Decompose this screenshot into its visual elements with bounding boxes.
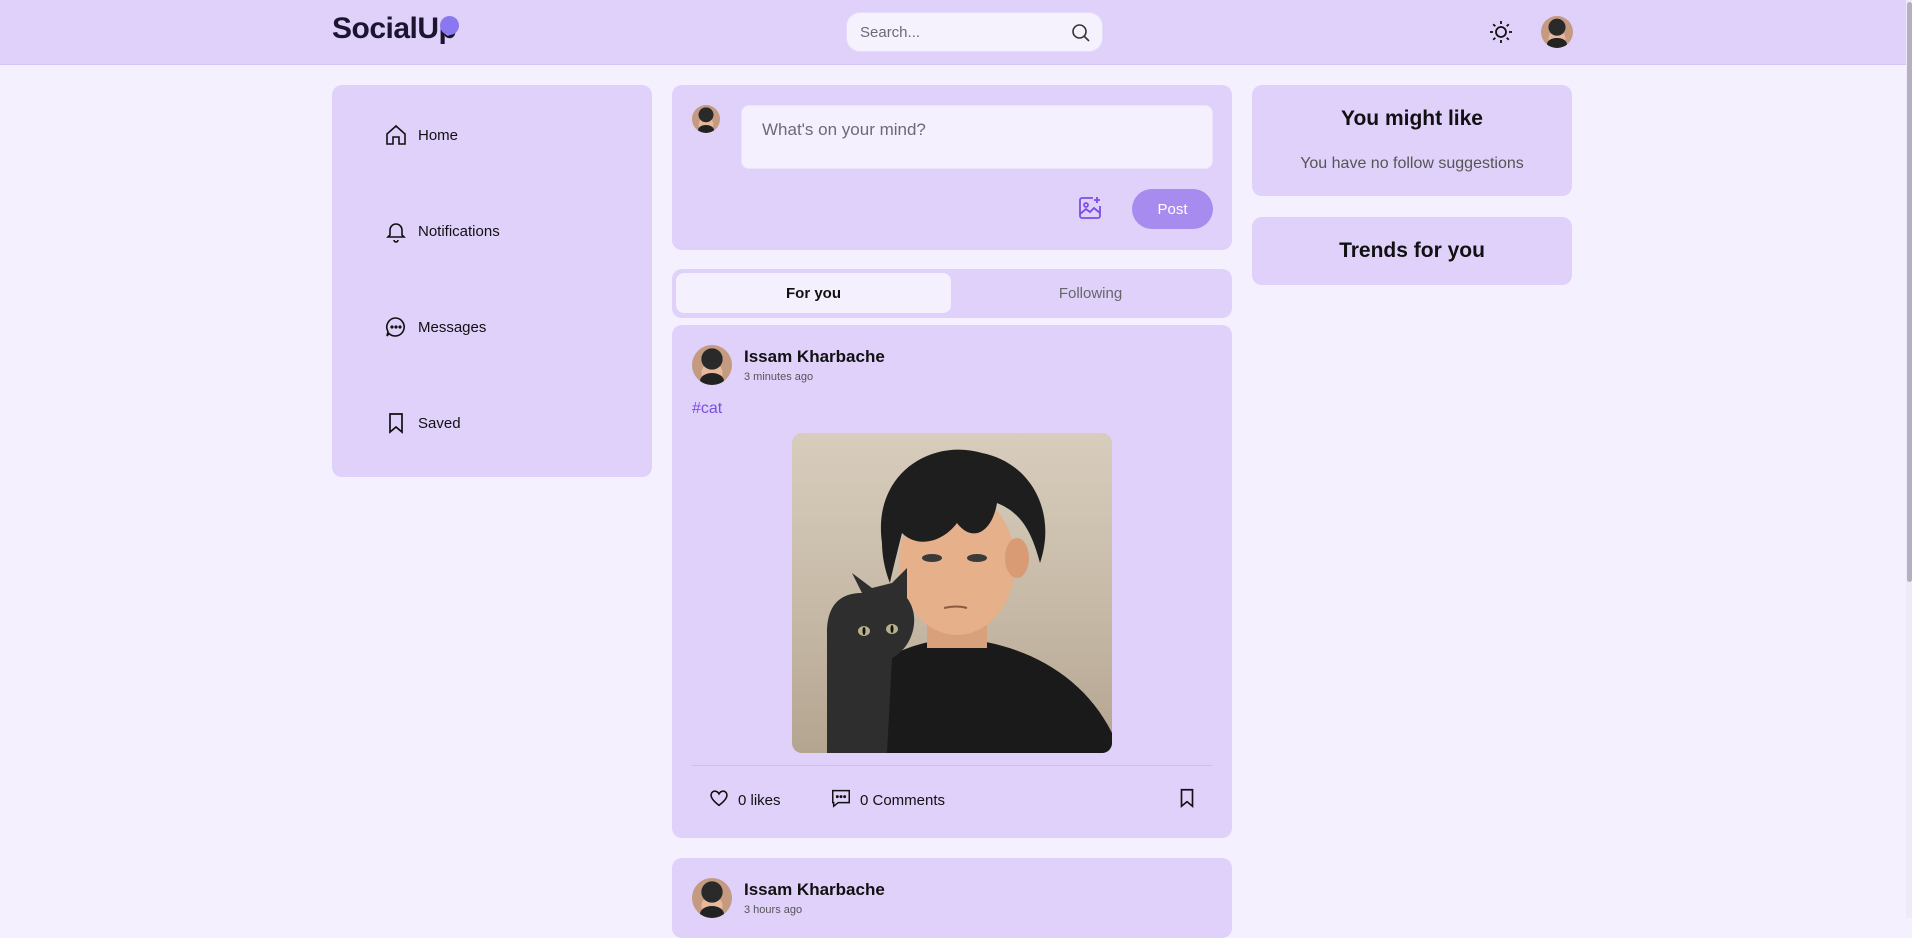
trends-title: Trends for you (1339, 239, 1485, 262)
add-image-icon[interactable] (1077, 195, 1103, 226)
follow-suggestions: You might like You have no follow sugges… (1252, 85, 1572, 196)
tab-for-you[interactable]: For you (676, 273, 951, 313)
suggestions-empty-text: You have no follow suggestions (1300, 155, 1524, 172)
post-image[interactable] (792, 433, 1112, 753)
feed-tabs: For you Following (672, 269, 1232, 318)
user-avatar[interactable] (1541, 16, 1573, 48)
sidebar: Home Notifications Messages Saved (332, 85, 652, 477)
post-time: 3 minutes ago (744, 371, 814, 383)
composer-avatar (692, 105, 720, 133)
bookmark-icon (384, 411, 408, 435)
search-icon[interactable] (1071, 23, 1091, 48)
sidebar-item-messages[interactable]: Messages (384, 315, 486, 339)
comments-count: 0 Comments (860, 791, 946, 809)
comment-icon (830, 787, 852, 813)
comments-button[interactable]: 0 Comments (830, 787, 945, 813)
post-author[interactable]: Issam Kharbache (744, 347, 885, 367)
sidebar-item-label: Messages (418, 318, 487, 336)
composer-input[interactable]: What's on your mind? (741, 105, 1213, 169)
save-post-button[interactable] (1176, 787, 1198, 813)
post-button[interactable]: Post (1132, 189, 1213, 229)
composer-placeholder: What's on your mind? (762, 120, 926, 139)
top-bar: SocialUp Search... (0, 0, 1912, 65)
sidebar-item-label: Saved (418, 414, 461, 432)
search-input[interactable]: Search... (846, 12, 1103, 52)
theme-toggle-icon[interactable] (1488, 19, 1514, 50)
like-button[interactable]: 0 likes (708, 787, 781, 813)
sidebar-item-label: Home (418, 126, 459, 144)
logo[interactable]: SocialUp (332, 12, 457, 46)
tab-following[interactable]: Following (953, 273, 1228, 313)
post-hashtag[interactable]: #cat (692, 400, 722, 418)
sidebar-item-label: Notifications (418, 222, 500, 240)
post-card: Issam Kharbache 3 hours ago (672, 858, 1232, 938)
search-placeholder: Search... (860, 24, 921, 41)
post-time: 3 hours ago (744, 904, 803, 916)
chat-icon (384, 315, 408, 339)
heart-icon (708, 787, 730, 813)
bookmark-icon (1176, 787, 1198, 813)
sidebar-item-notifications[interactable]: Notifications (384, 219, 500, 243)
trends-panel: Trends for you (1252, 217, 1572, 285)
sidebar-item-saved[interactable]: Saved (384, 411, 461, 435)
bell-icon (384, 219, 408, 243)
sidebar-item-home[interactable]: Home (384, 123, 458, 147)
post-divider (692, 765, 1212, 766)
post-author-avatar[interactable] (692, 878, 732, 918)
scrollbar-thumb[interactable] (1907, 2, 1912, 582)
post-author-avatar[interactable] (692, 345, 732, 385)
likes-count: 0 likes (738, 791, 781, 809)
home-icon (384, 123, 408, 147)
post-author[interactable]: Issam Kharbache (744, 880, 885, 900)
suggestions-title: You might like (1341, 107, 1483, 130)
post-card: Issam Kharbache 3 minutes ago #cat 0 lik… (672, 325, 1232, 838)
post-composer: What's on your mind? Post (672, 85, 1232, 250)
logo-dot (440, 16, 459, 35)
